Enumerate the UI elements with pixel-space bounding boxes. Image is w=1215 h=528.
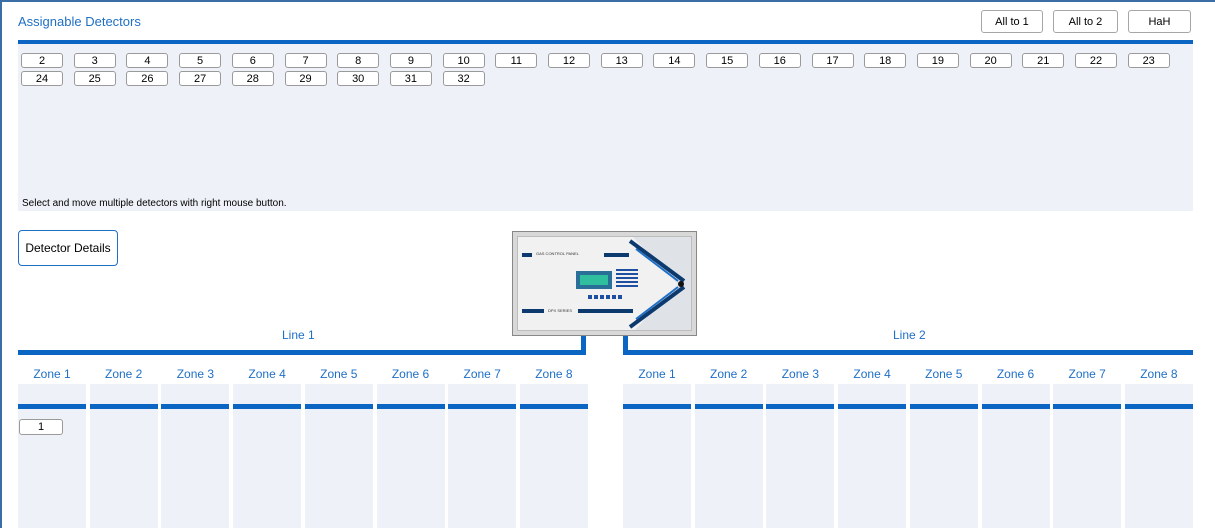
line-1-label: Line 1 <box>282 328 315 342</box>
line-1-zone-3-drop-area[interactable] <box>161 409 230 528</box>
line-1-zone-7-drop-area[interactable] <box>448 409 517 528</box>
detector-4[interactable]: 4 <box>126 53 169 68</box>
detector-5[interactable]: 5 <box>179 53 222 68</box>
line-1-zone-2-drop-area[interactable] <box>89 409 158 528</box>
detector-30[interactable]: 30 <box>337 71 380 86</box>
line-1-zone-1-header <box>18 384 86 404</box>
hint-text: Select and move multiple detectors with … <box>22 198 287 209</box>
detector-23[interactable]: 23 <box>1127 53 1170 68</box>
detector-29[interactable]: 29 <box>284 71 327 86</box>
detector-16[interactable]: 16 <box>758 53 801 68</box>
line-1-zone-6-drop-area[interactable] <box>376 409 445 528</box>
line-1-zone-1-label: Zone 1 <box>33 367 71 381</box>
line-1-zone-7-label: Zone 7 <box>463 367 501 381</box>
line-1-zone-3-label: Zone 3 <box>176 367 215 381</box>
all-to-2-button[interactable]: All to 2 <box>1053 10 1118 33</box>
line-1-zone-8-drop-area[interactable] <box>519 409 588 528</box>
detector-26[interactable]: 26 <box>126 71 169 86</box>
line-2-zone-4-label: Zone 4 <box>853 367 891 381</box>
line-1-zone-4-drop-area[interactable] <box>233 409 302 528</box>
detector-3[interactable]: 3 <box>73 53 116 68</box>
detector-2[interactable]: 2 <box>21 53 63 68</box>
detector-21[interactable]: 21 <box>1022 53 1065 68</box>
line-2-connector <box>623 336 628 355</box>
line-2-zone-1-drop-area[interactable] <box>623 409 691 528</box>
line-2-zone-5-drop-area[interactable] <box>909 409 978 528</box>
line-1-zone-6-header <box>376 384 445 404</box>
line-2-zone-8-label: Zone 8 <box>1140 367 1178 381</box>
line-2-zone-2-label: Zone 2 <box>710 367 748 381</box>
line-2-zone-3-drop-area[interactable] <box>766 409 835 528</box>
line-1-zone-4-label: Zone 4 <box>248 367 286 381</box>
detector-8[interactable]: 8 <box>337 53 380 68</box>
line-1-zone-4-header <box>233 384 302 404</box>
line-2-label: Line 2 <box>893 328 926 342</box>
detector-10[interactable]: 10 <box>442 53 485 68</box>
line-1-bar <box>18 350 586 355</box>
all-to-1-button[interactable]: All to 1 <box>981 10 1043 33</box>
detector-11[interactable]: 11 <box>495 53 538 68</box>
line-1-zone-6-label: Zone 6 <box>391 367 430 381</box>
line-2-bar <box>623 350 1193 355</box>
detector-22[interactable]: 22 <box>1075 53 1117 68</box>
detector-13[interactable]: 13 <box>600 53 643 68</box>
line-2-zone-7-drop-area[interactable] <box>1053 409 1122 528</box>
line-2-zone-6-header <box>981 384 1050 404</box>
line-1-zone-8-label: Zone 8 <box>535 367 573 381</box>
detector-31[interactable]: 31 <box>389 71 432 86</box>
line-1-zone-5-header <box>304 384 373 404</box>
detector-9[interactable]: 9 <box>389 53 432 68</box>
line-1-zone-8-header <box>519 384 588 404</box>
line-2-zone-5-label: Zone 5 <box>925 367 963 381</box>
line-1-zone-2-label: Zone 2 <box>105 367 143 381</box>
detector-12[interactable]: 12 <box>548 53 590 68</box>
line-2-zone-3-label: Zone 3 <box>781 367 820 381</box>
detector-15[interactable]: 15 <box>706 53 749 68</box>
line-1-zone-3-header <box>161 384 230 404</box>
line-2-zone-8-drop-area[interactable] <box>1124 409 1193 528</box>
line-2-zone-8-header <box>1124 384 1193 404</box>
line-1-zone-5-drop-area[interactable] <box>304 409 373 528</box>
line-1-zone-7-header <box>448 384 517 404</box>
line-2-zone-6-drop-area[interactable] <box>981 409 1050 528</box>
line-2-zone-4-header <box>838 384 907 404</box>
detector-7[interactable]: 7 <box>284 53 327 68</box>
gas-control-panel-image: GAS CONTROL PANEL DPX SERIES <box>512 231 697 336</box>
zone-detector-1[interactable]: 1 <box>19 419 63 435</box>
detector-32[interactable]: 32 <box>442 71 485 86</box>
line-1-connector <box>581 336 586 355</box>
detector-18[interactable]: 18 <box>864 53 907 68</box>
assignable-detectors-title: Assignable Detectors <box>18 14 141 29</box>
detector-28[interactable]: 28 <box>231 71 274 86</box>
hah-button[interactable]: HaH <box>1128 10 1191 33</box>
panel-label-bottom: DPX SERIES <box>548 308 573 313</box>
line-2-zone-2-drop-area[interactable] <box>694 409 763 528</box>
detector-details-button[interactable]: Detector Details <box>18 230 118 266</box>
line-2-zone-6-label: Zone 6 <box>996 367 1035 381</box>
detector-19[interactable]: 19 <box>916 53 959 68</box>
detector-27[interactable]: 27 <box>179 71 222 86</box>
line-1-zone-2-header <box>89 384 158 404</box>
detector-6[interactable]: 6 <box>231 53 274 68</box>
line-2-zone-5-header <box>909 384 978 404</box>
line-2-zone-3-header <box>766 384 835 404</box>
line-2-zone-1-label: Zone 1 <box>638 367 676 381</box>
line-2-zone-7-label: Zone 7 <box>1068 367 1106 381</box>
line-2-zone-1-header <box>623 384 691 404</box>
line-1-zone-5-label: Zone 5 <box>320 367 358 381</box>
detector-24[interactable]: 24 <box>21 71 63 86</box>
line-2-zone-2-header <box>694 384 763 404</box>
detector-25[interactable]: 25 <box>73 71 116 86</box>
assignable-detector-pool[interactable]: 2 3 4 5 6 7 8 9 10 11 12 13 14 15 16 17 18 19 20 21 22 23 24 25… <box>18 44 1193 211</box>
line-2-zone-7-header <box>1053 384 1122 404</box>
panel-label-top: GAS CONTROL PANEL <box>536 251 579 256</box>
detector-20[interactable]: 20 <box>969 53 1012 68</box>
line-2-zone-4-drop-area[interactable] <box>838 409 907 528</box>
detector-17[interactable]: 17 <box>811 53 854 68</box>
detector-14[interactable]: 14 <box>653 53 696 68</box>
